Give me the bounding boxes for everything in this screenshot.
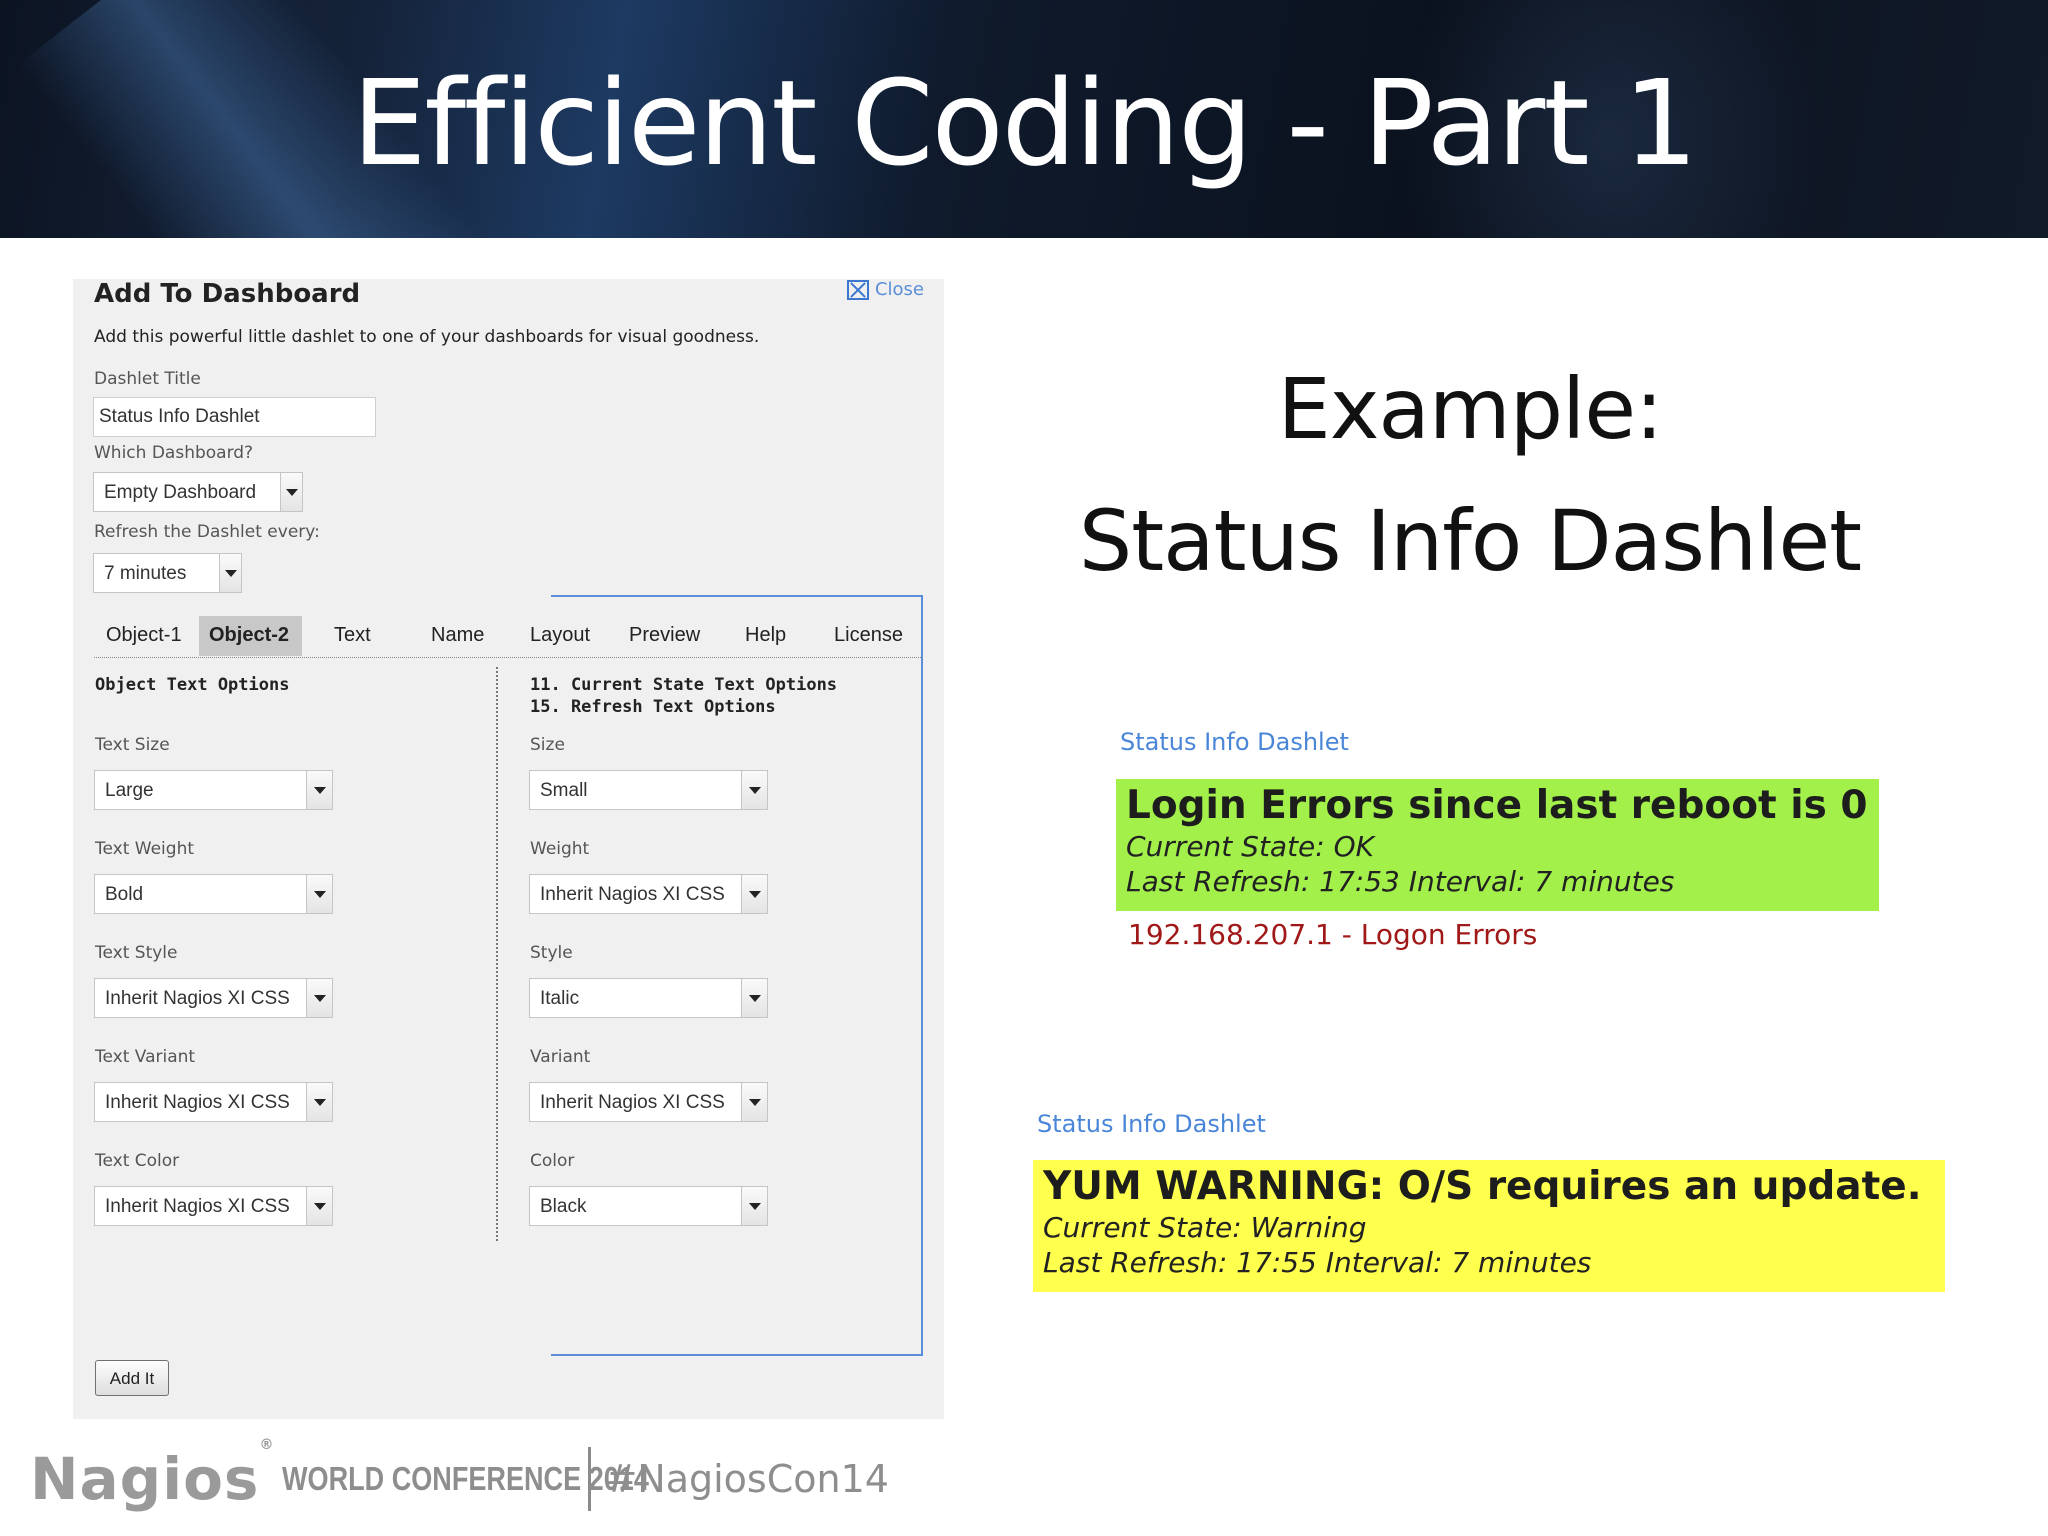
tab-layout[interactable]: Layout	[530, 616, 600, 656]
options-tabs: Object-1 Object-2 Text Name Layout Previ…	[94, 616, 923, 658]
text-size-value: Large	[105, 780, 154, 801]
add-it-button[interactable]: Add It	[95, 1360, 169, 1396]
chevron-down-icon[interactable]	[741, 979, 767, 1017]
refresh-interval-value: 7 minutes	[104, 563, 187, 584]
chevron-down-icon[interactable]	[306, 979, 332, 1017]
tab-panel-border	[551, 595, 923, 597]
tab-help[interactable]: Help	[745, 616, 795, 656]
nagios-logo-text: Nagios	[30, 1445, 260, 1513]
text-style-value: Inherit Nagios XI CSS	[105, 988, 290, 1009]
chevron-down-icon[interactable]	[280, 473, 302, 511]
which-dashboard-value: Empty Dashboard	[104, 482, 257, 503]
chevron-down-icon[interactable]	[219, 554, 241, 592]
text-variant-select[interactable]: Inherit Nagios XI CSS	[94, 1082, 333, 1122]
tab-object-1[interactable]: Object-1	[102, 616, 182, 656]
example-heading: Example:	[1277, 360, 1664, 458]
dashlet-title-input[interactable]: Status Info Dashlet	[93, 397, 376, 437]
last-refresh-text: Last Refresh: 17:53 Interval: 7 minutes	[1126, 865, 1675, 898]
refresh-label: Refresh the Dashlet every:	[94, 522, 320, 542]
chevron-down-icon[interactable]	[306, 1187, 332, 1225]
which-dashboard-select[interactable]: Empty Dashboard	[93, 472, 303, 512]
color-label: Color	[530, 1151, 575, 1171]
example-subheading: Status Info Dashlet	[1078, 492, 1862, 590]
text-color-select[interactable]: Inherit Nagios XI CSS	[94, 1186, 333, 1226]
tab-object-2[interactable]: Object-2	[199, 616, 302, 656]
refresh-interval-select[interactable]: 7 minutes	[93, 553, 242, 593]
text-variant-value: Inherit Nagios XI CSS	[105, 1092, 290, 1113]
current-state-text: Current State: Warning	[1043, 1211, 1367, 1244]
conference-title: WORLD CONFERENCE 2014	[282, 1460, 650, 1497]
which-dashboard-label: Which Dashboard?	[94, 443, 254, 463]
tab-panel-border	[551, 1354, 923, 1356]
status-headline: YUM WARNING: O/S requires an update.	[1043, 1164, 1922, 1209]
heading-line-1: 11. Current State Text Options	[530, 675, 838, 695]
conference-footer: Nagios® WORLD CONFERENCE 2014 #NagiosCon…	[30, 1437, 889, 1514]
dashlet-title-label: Dashlet Title	[94, 369, 201, 389]
weight-label: Weight	[530, 839, 590, 859]
text-weight-label: Text Weight	[95, 839, 195, 859]
style-label: Style	[530, 943, 573, 963]
close-button[interactable]: Close	[846, 279, 924, 300]
chevron-down-icon[interactable]	[741, 771, 767, 809]
tab-preview[interactable]: Preview	[629, 616, 709, 656]
style-value: Italic	[540, 988, 580, 1009]
close-icon[interactable]	[846, 279, 869, 300]
status-box-ok: Login Errors since last reboot is 0 Curr…	[1116, 779, 1879, 911]
text-size-select[interactable]: Large	[94, 770, 333, 810]
dashlet-title-ok: Status Info Dashlet	[1120, 728, 1349, 756]
slide-title: Efficient Coding - Part 1	[351, 54, 1698, 192]
text-style-label: Text Style	[95, 943, 178, 963]
text-color-value: Inherit Nagios XI CSS	[105, 1196, 290, 1217]
registered-mark: ®	[259, 1436, 275, 1453]
status-headline: Login Errors since last reboot is 0	[1126, 783, 1868, 828]
style-select[interactable]: Italic	[529, 978, 768, 1018]
dashlet-title-warning: Status Info Dashlet	[1037, 1110, 1266, 1138]
current-state-text-options-heading: 11. Current State Text Options 15. Refre…	[530, 674, 837, 718]
object-text-options-heading: Object Text Options	[95, 675, 290, 695]
last-refresh-text: Last Refresh: 17:55 Interval: 7 minutes	[1043, 1246, 1592, 1279]
status-box-warning: YUM WARNING: O/S requires an update. Cur…	[1033, 1160, 1945, 1292]
chevron-down-icon[interactable]	[741, 1187, 767, 1225]
text-style-select[interactable]: Inherit Nagios XI CSS	[94, 978, 333, 1018]
size-select[interactable]: Small	[529, 770, 768, 810]
variant-value: Inherit Nagios XI CSS	[540, 1092, 725, 1113]
dialog-title: Add To Dashboard	[94, 279, 361, 309]
tab-license[interactable]: License	[834, 616, 914, 656]
title-banner: Efficient Coding - Part 1	[0, 0, 2048, 238]
tab-panel-border	[921, 595, 923, 1355]
column-divider	[496, 667, 498, 1241]
tab-name[interactable]: Name	[431, 616, 491, 656]
chevron-down-icon[interactable]	[306, 1083, 332, 1121]
size-label: Size	[530, 735, 565, 755]
variant-label: Variant	[530, 1047, 591, 1067]
add-to-dashboard-dialog: Add To Dashboard Close Add this powerful…	[73, 279, 944, 1419]
text-size-label: Text Size	[95, 735, 170, 755]
weight-select[interactable]: Inherit Nagios XI CSS	[529, 874, 768, 914]
text-color-label: Text Color	[95, 1151, 180, 1171]
variant-select[interactable]: Inherit Nagios XI CSS	[529, 1082, 768, 1122]
nagios-logo: Nagios®	[30, 1437, 274, 1513]
color-value: Black	[540, 1196, 587, 1217]
tab-text[interactable]: Text	[334, 616, 384, 656]
chevron-down-icon[interactable]	[306, 771, 332, 809]
chevron-down-icon[interactable]	[741, 1083, 767, 1121]
chevron-down-icon[interactable]	[306, 875, 332, 913]
chevron-down-icon[interactable]	[741, 875, 767, 913]
current-state-text: Current State: OK	[1126, 830, 1375, 863]
text-weight-select[interactable]: Bold	[94, 874, 333, 914]
size-value: Small	[540, 780, 588, 801]
text-weight-value: Bold	[105, 884, 144, 905]
close-label[interactable]: Close	[875, 279, 924, 300]
heading-line-2: 15. Refresh Text Options	[530, 697, 776, 717]
text-variant-label: Text Variant	[95, 1047, 196, 1067]
weight-value: Inherit Nagios XI CSS	[540, 884, 725, 905]
color-select[interactable]: Black	[529, 1186, 768, 1226]
dialog-description: Add this powerful little dashlet to one …	[94, 327, 760, 347]
host-service-link[interactable]: 192.168.207.1 - Logon Errors	[1128, 918, 1537, 951]
